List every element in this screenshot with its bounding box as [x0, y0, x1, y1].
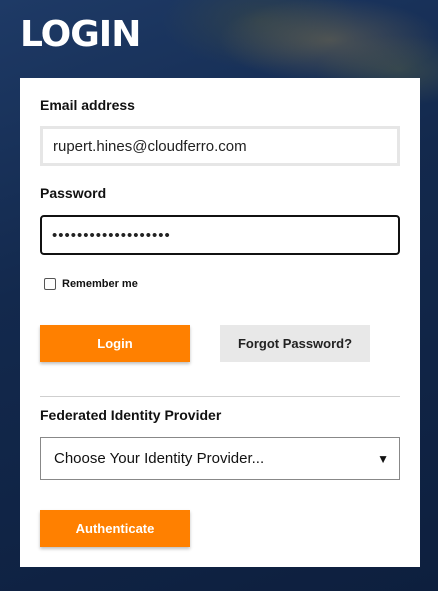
forgot-password-button[interactable]: Forgot Password?	[220, 325, 370, 362]
identity-provider-selected: Choose Your Identity Provider...	[54, 450, 265, 467]
login-button[interactable]: Login	[40, 325, 190, 362]
password-value: •••••••••••••••••••	[52, 226, 171, 244]
password-field[interactable]: •••••••••••••••••••	[40, 215, 400, 255]
password-label: Password	[40, 185, 107, 201]
identity-provider-select[interactable]: Choose Your Identity Provider... ▼	[40, 437, 400, 480]
remember-me[interactable]: Remember me	[44, 278, 138, 290]
email-label: Email address	[40, 97, 135, 113]
federated-identity-label: Federated Identity Provider	[40, 407, 222, 423]
authenticate-button[interactable]: Authenticate	[40, 510, 190, 547]
divider	[40, 396, 400, 397]
remember-me-label: Remember me	[62, 278, 138, 290]
remember-me-checkbox[interactable]	[44, 278, 56, 290]
page-title: LOGIN	[20, 14, 141, 55]
email-value: rupert.hines@cloudferro.com	[53, 137, 247, 155]
email-field[interactable]: rupert.hines@cloudferro.com	[40, 126, 400, 166]
chevron-down-icon: ▼	[377, 451, 389, 466]
login-card: Email address rupert.hines@cloudferro.co…	[20, 78, 420, 567]
